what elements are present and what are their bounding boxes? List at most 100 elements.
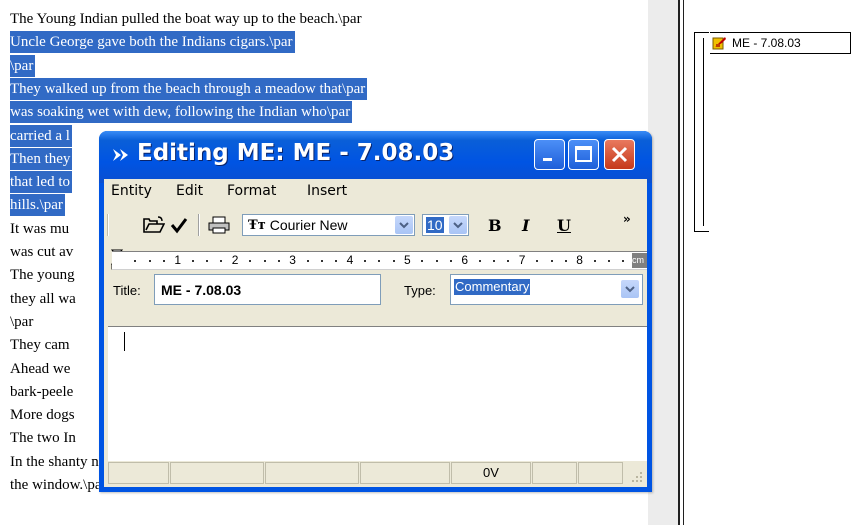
ruler-number: 4 xyxy=(346,253,354,267)
underline-button[interactable]: U xyxy=(557,216,571,235)
entity-bracket-inner xyxy=(703,38,708,226)
ruler-unit: cm xyxy=(632,253,647,268)
minimize-icon xyxy=(543,158,552,161)
dialog-titlebar[interactable]: Editing ME: ME - 7.08.03 xyxy=(99,131,652,183)
document-line[interactable]: hills.\par xyxy=(10,194,65,217)
menu-edit[interactable]: Edit xyxy=(176,183,203,199)
ruler-tick xyxy=(263,260,266,262)
document-line[interactable]: The two In xyxy=(10,427,76,449)
ruler-tick xyxy=(550,260,553,262)
pane-divider[interactable] xyxy=(678,0,680,525)
document-line[interactable]: \par xyxy=(10,311,33,333)
ruler-tick xyxy=(335,260,338,262)
font-name-value: Courier New xyxy=(269,217,348,233)
status-cell xyxy=(170,462,264,484)
resize-grip-icon[interactable] xyxy=(631,471,643,483)
document-line[interactable]: The Young Indian pulled the boat way up … xyxy=(10,8,362,30)
entity-text-editor[interactable] xyxy=(108,326,647,461)
document-line[interactable]: was soaking wet with dew, following the … xyxy=(10,101,353,124)
document-line[interactable]: They walked up from the beach through a … xyxy=(10,77,368,100)
ruler-tick xyxy=(306,260,309,262)
toolbar-separator xyxy=(198,214,199,236)
italic-button[interactable]: I xyxy=(522,216,529,235)
document-line[interactable]: was cut av xyxy=(10,241,73,263)
ruler-number: 6 xyxy=(461,253,469,267)
toolbar-overflow-button[interactable]: » xyxy=(623,212,631,226)
document-line[interactable]: that led to xyxy=(10,171,72,194)
document-line[interactable]: bark-peele xyxy=(10,381,73,403)
ruler-tick xyxy=(421,260,424,262)
minimize-button[interactable] xyxy=(534,139,565,170)
document-line[interactable]: It was mu xyxy=(10,218,69,240)
size-dropdown-arrow[interactable] xyxy=(449,216,467,234)
ruler-tick xyxy=(564,260,567,262)
ruler-tick xyxy=(220,260,223,262)
ruler-number: 5 xyxy=(404,253,411,267)
ruler: 123456789 cm xyxy=(112,251,647,270)
document-line[interactable]: More dogs xyxy=(10,404,75,426)
title-field[interactable]: ME - 7.08.03 xyxy=(154,274,381,305)
type-select[interactable]: Commentary xyxy=(450,274,643,305)
ruler-number: 1 xyxy=(174,253,182,267)
type-label: Type: xyxy=(404,283,436,298)
dialog-title: Editing ME: ME - 7.08.03 xyxy=(137,140,455,166)
close-button[interactable] xyxy=(604,139,635,170)
arrow-icon xyxy=(113,149,128,161)
ruler-tick xyxy=(450,260,453,262)
status-bar: 0V xyxy=(104,460,647,487)
status-cell xyxy=(532,462,577,484)
open-folder-icon xyxy=(143,216,165,233)
ruler-tick xyxy=(206,260,209,262)
maximize-button[interactable] xyxy=(568,139,599,170)
title-row: Title: ME - 7.08.03 Type: Commentary xyxy=(104,271,647,311)
document-line[interactable]: Ahead we xyxy=(10,358,70,380)
checkmark-icon xyxy=(170,218,188,234)
ruler-tick xyxy=(392,260,395,262)
editing-dialog: Editing ME: ME - 7.08.03 Entity Edit For… xyxy=(99,131,652,492)
ruler-tick xyxy=(134,260,137,262)
document-line[interactable]: The young xyxy=(10,264,75,286)
type-value: Commentary xyxy=(454,279,531,295)
open-button[interactable] xyxy=(142,214,166,236)
ruler-tick xyxy=(536,260,539,262)
print-button[interactable] xyxy=(207,214,231,236)
ruler-tick xyxy=(148,260,151,262)
document-line[interactable]: carried a l xyxy=(10,124,72,147)
ruler-tick xyxy=(163,260,166,262)
document-line[interactable]: Then they xyxy=(10,147,73,170)
ruler-number: 2 xyxy=(231,253,239,267)
ruler-tick xyxy=(320,260,323,262)
bold-button[interactable]: B xyxy=(488,216,502,235)
printer-icon xyxy=(208,216,230,234)
ruler-tick xyxy=(593,260,596,262)
entity-chip[interactable]: ME - 7.08.03 xyxy=(710,32,851,54)
ruler-tick xyxy=(435,260,438,262)
entity-pane xyxy=(684,0,856,525)
menu-insert[interactable]: Insert xyxy=(307,183,347,199)
maximize-icon xyxy=(575,146,592,162)
menu-format[interactable]: Format xyxy=(227,183,276,199)
font-dropdown-arrow[interactable] xyxy=(395,216,413,234)
document-line[interactable]: \par xyxy=(10,54,36,77)
menu-entity[interactable]: Entity xyxy=(111,183,152,199)
status-cell xyxy=(265,462,359,484)
check-button[interactable] xyxy=(167,214,191,236)
document-line[interactable]: they all wa xyxy=(10,288,76,310)
font-name-select[interactable]: Ŧт Courier New xyxy=(242,214,415,236)
status-cell xyxy=(360,462,450,484)
menu-bar: Entity Edit Format Insert xyxy=(104,179,647,205)
ruler-tick xyxy=(493,260,496,262)
truetype-icon: Ŧт xyxy=(248,217,266,233)
ruler-tick xyxy=(249,260,252,262)
document-line[interactable]: the window.\par xyxy=(10,474,107,496)
pane-gutter xyxy=(648,0,680,525)
chevron-down-icon xyxy=(453,222,463,229)
title-label: Title: xyxy=(113,283,141,298)
document-line[interactable]: They cam xyxy=(10,334,70,356)
document-line[interactable]: Uncle George gave both the Indians cigar… xyxy=(10,31,295,54)
type-dropdown-arrow[interactable] xyxy=(621,280,639,298)
font-size-select[interactable]: 10 xyxy=(422,214,469,236)
text-caret xyxy=(124,332,125,351)
ruler-tick xyxy=(191,260,194,262)
format-toolbar: Ŧт Courier New 10 B I U » xyxy=(104,208,647,242)
